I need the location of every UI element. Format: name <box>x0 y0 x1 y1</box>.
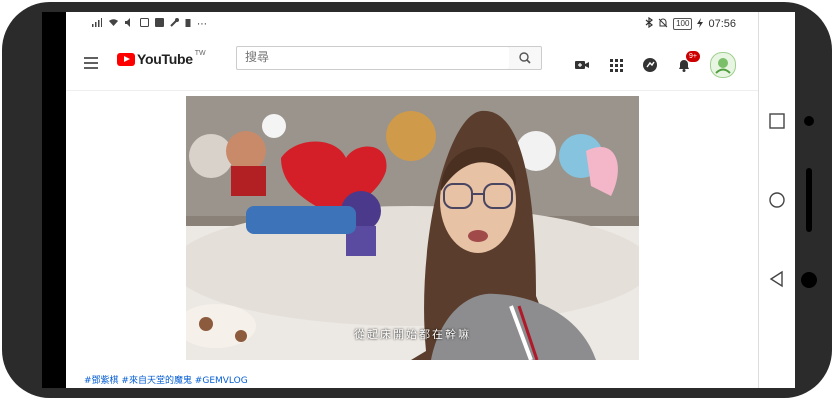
earpiece-sensor <box>806 168 812 232</box>
android-nav-bar <box>758 12 795 388</box>
triangle-back-icon <box>769 270 783 288</box>
logo-country: TW <box>194 49 206 57</box>
video-frame <box>186 96 639 360</box>
messages-button[interactable] <box>642 57 658 73</box>
front-camera <box>804 116 814 126</box>
circle-icon <box>769 192 785 208</box>
more-icon: ⋯ <box>197 18 207 30</box>
youtube-header: YouTube TW 搜尋 9+ <box>66 38 758 91</box>
app-notification-icon <box>140 18 149 30</box>
avatar[interactable] <box>710 52 736 78</box>
share-message-icon <box>643 58 657 72</box>
video-camera-icon <box>575 61 589 69</box>
notification-badge: 9+ <box>686 51 700 62</box>
calendar-icon <box>155 18 164 30</box>
search-icon <box>519 52 531 64</box>
video-player[interactable]: 從起床開始都在幹嘛 <box>186 96 639 360</box>
create-video-button[interactable] <box>574 57 590 73</box>
status-time: 07:56 <box>708 18 736 30</box>
mute-icon <box>658 18 668 31</box>
apps-button[interactable] <box>608 57 624 73</box>
search-box <box>236 46 510 70</box>
status-icons-right: 100 07:56 <box>645 16 736 31</box>
youtube-play-icon <box>117 52 135 66</box>
logo-text: YouTube <box>137 51 193 67</box>
bluetooth-icon <box>645 16 654 31</box>
home-button[interactable] <box>768 191 786 209</box>
video-subtitle: 從起床開始都在幹嘛 <box>354 328 471 341</box>
wrench-icon <box>170 18 179 30</box>
square-icon <box>769 113 785 129</box>
header-actions: 9+ <box>574 51 736 78</box>
menu-icon[interactable] <box>84 57 98 69</box>
video-hashtags[interactable]: #鄧紫棋 #來自天堂的魔鬼 #GEMVLOG <box>84 373 248 386</box>
volume-icon <box>125 18 134 30</box>
status-icons-left: ⋯ <box>92 18 207 30</box>
status-bar: ⋯ 100 07:56 <box>66 12 758 38</box>
search-button[interactable] <box>509 46 542 70</box>
recents-button[interactable] <box>768 112 786 130</box>
charging-icon <box>697 17 704 31</box>
wifi-icon <box>108 18 119 30</box>
signal-icon <box>92 18 102 30</box>
back-button[interactable] <box>768 270 786 288</box>
youtube-logo[interactable]: YouTube TW <box>117 49 206 67</box>
battery-saver-icon <box>185 18 191 30</box>
apps-grid-icon <box>610 59 623 72</box>
battery-indicator: 100 <box>673 18 693 30</box>
app-screen: ⋯ 100 07:56 YouTube TW 搜尋 9+ 從起床開始都在幹嘛 #… <box>66 12 758 388</box>
avatar-image <box>715 58 731 74</box>
notifications-button[interactable]: 9+ <box>676 51 700 73</box>
screen-bezel <box>42 12 68 388</box>
search-input[interactable] <box>237 47 501 67</box>
fingerprint-sensor <box>801 272 817 288</box>
